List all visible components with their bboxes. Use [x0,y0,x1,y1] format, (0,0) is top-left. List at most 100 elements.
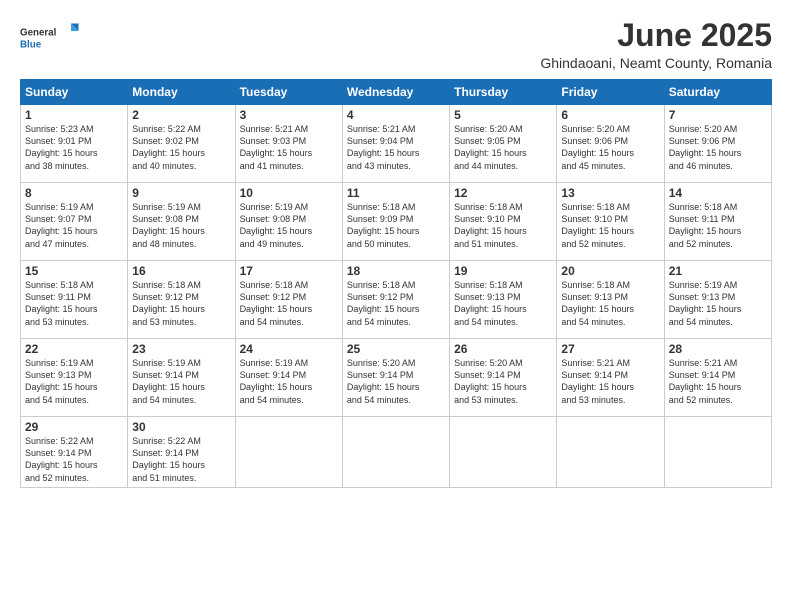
calendar-table: Sunday Monday Tuesday Wednesday Thursday… [20,79,772,488]
day-number: 16 [132,264,230,278]
calendar-cell: 28Sunrise: 5:21 AMSunset: 9:14 PMDayligh… [664,339,771,417]
calendar-cell: 27 Sunrise: 5:21 AMSunset: 9:14 PMDayligh… [557,339,664,417]
calendar-week-row: 29 Sunrise: 5:22 AMSunset: 9:14 PMDayligh… [21,417,772,488]
calendar-cell: 3Sunrise: 5:21 AMSunset: 9:03 PMDaylight… [235,105,342,183]
day-number: 18 [347,264,445,278]
day-number: 29 [25,420,123,434]
calendar-cell: 17 Sunrise: 5:18 AMSunset: 9:12 PMDayligh… [235,261,342,339]
svg-text:Blue: Blue [20,40,42,51]
day-info: Sunrise: 5:18 AMSunset: 9:13 PMDaylight:… [561,280,634,326]
day-number: 15 [25,264,123,278]
day-number: 6 [561,108,659,122]
calendar-cell: 15 Sunrise: 5:18 AMSunset: 9:11 PMDayligh… [21,261,128,339]
logo-icon: General Blue [20,18,80,56]
calendar-cell: 23 Sunrise: 5:19 AMSunset: 9:14 PMDayligh… [128,339,235,417]
col-sunday: Sunday [21,80,128,105]
calendar-cell: 25 Sunrise: 5:20 AMSunset: 9:14 PMDayligh… [342,339,449,417]
day-number: 8 [25,186,123,200]
day-number: 20 [561,264,659,278]
day-info: Sunrise: 5:18 AMSunset: 9:12 PMDaylight:… [240,280,313,326]
calendar-cell: 18 Sunrise: 5:18 AMSunset: 9:12 PMDayligh… [342,261,449,339]
calendar-cell: 26Sunrise: 5:20 AMSunset: 9:14 PMDayligh… [450,339,557,417]
col-tuesday: Tuesday [235,80,342,105]
day-number: 5 [454,108,552,122]
col-monday: Monday [128,80,235,105]
header: General Blue June 2025 Ghindaoani, Neamt… [20,18,772,71]
day-number: 23 [132,342,230,356]
calendar-week-row: 1 Sunrise: 5:23 AMSunset: 9:01 PMDaylight… [21,105,772,183]
calendar-cell: 12 Sunrise: 5:18 AMSunset: 9:10 PMDayligh… [450,183,557,261]
day-info: Sunrise: 5:19 AMSunset: 9:13 PMDaylight:… [25,358,98,404]
day-info: Sunrise: 5:18 AMSunset: 9:10 PMDaylight:… [454,202,527,248]
day-info: Sunrise: 5:19 AMSunset: 9:08 PMDaylight:… [132,202,205,248]
calendar-cell: 21 Sunrise: 5:19 AMSunset: 9:13 PMDayligh… [664,261,771,339]
calendar-week-row: 8 Sunrise: 5:19 AMSunset: 9:07 PMDaylight… [21,183,772,261]
day-number: 12 [454,186,552,200]
day-info: Sunrise: 5:21 AMSunset: 9:14 PMDaylight:… [561,358,634,404]
calendar-cell [450,417,557,488]
day-number: 4 [347,108,445,122]
day-info: Sunrise: 5:18 AMSunset: 9:09 PMDaylight:… [347,202,420,248]
day-number: 19 [454,264,552,278]
day-info: Sunrise: 5:19 AMSunset: 9:13 PMDaylight:… [669,280,742,326]
calendar-week-row: 22Sunrise: 5:19 AMSunset: 9:13 PMDayligh… [21,339,772,417]
day-number: 24 [240,342,338,356]
day-info: Sunrise: 5:18 AMSunset: 9:11 PMDaylight:… [25,280,98,326]
calendar-week-row: 15 Sunrise: 5:18 AMSunset: 9:11 PMDayligh… [21,261,772,339]
calendar-cell: 2 Sunrise: 5:22 AMSunset: 9:02 PMDaylight… [128,105,235,183]
day-info: Sunrise: 5:22 AMSunset: 9:02 PMDaylight:… [132,124,205,170]
day-info: Sunrise: 5:18 AMSunset: 9:10 PMDaylight:… [561,202,634,248]
calendar-cell: 7Sunrise: 5:20 AMSunset: 9:06 PMDaylight… [664,105,771,183]
calendar-cell: 5 Sunrise: 5:20 AMSunset: 9:05 PMDaylight… [450,105,557,183]
col-wednesday: Wednesday [342,80,449,105]
day-number: 11 [347,186,445,200]
day-number: 1 [25,108,123,122]
day-info: Sunrise: 5:21 AMSunset: 9:14 PMDaylight:… [669,358,742,404]
page: General Blue June 2025 Ghindaoani, Neamt… [0,0,792,612]
day-number: 7 [669,108,767,122]
day-info: Sunrise: 5:19 AMSunset: 9:14 PMDaylight:… [240,358,313,404]
day-info: Sunrise: 5:19 AMSunset: 9:07 PMDaylight:… [25,202,98,248]
day-number: 3 [240,108,338,122]
day-number: 2 [132,108,230,122]
calendar-cell: 14 Sunrise: 5:18 AMSunset: 9:11 PMDayligh… [664,183,771,261]
svg-text:General: General [20,28,57,39]
calendar-cell: 13 Sunrise: 5:18 AMSunset: 9:10 PMDayligh… [557,183,664,261]
day-number: 21 [669,264,767,278]
calendar-cell: 4 Sunrise: 5:21 AMSunset: 9:04 PMDaylight… [342,105,449,183]
day-number: 30 [132,420,230,434]
day-number: 13 [561,186,659,200]
day-info: Sunrise: 5:22 AMSunset: 9:14 PMDaylight:… [132,436,205,482]
day-info: Sunrise: 5:22 AMSunset: 9:14 PMDaylight:… [25,436,98,482]
col-friday: Friday [557,80,664,105]
day-info: Sunrise: 5:21 AMSunset: 9:04 PMDaylight:… [347,124,420,170]
day-info: Sunrise: 5:19 AMSunset: 9:08 PMDaylight:… [240,202,313,248]
day-number: 9 [132,186,230,200]
day-info: Sunrise: 5:20 AMSunset: 9:14 PMDaylight:… [454,358,527,404]
calendar-cell: 1 Sunrise: 5:23 AMSunset: 9:01 PMDaylight… [21,105,128,183]
main-title: June 2025 [540,18,772,53]
calendar-cell: 16 Sunrise: 5:18 AMSunset: 9:12 PMDayligh… [128,261,235,339]
calendar-cell: 20 Sunrise: 5:18 AMSunset: 9:13 PMDayligh… [557,261,664,339]
day-info: Sunrise: 5:18 AMSunset: 9:12 PMDaylight:… [132,280,205,326]
day-number: 17 [240,264,338,278]
day-info: Sunrise: 5:18 AMSunset: 9:13 PMDaylight:… [454,280,527,326]
day-number: 25 [347,342,445,356]
calendar-cell: 24 Sunrise: 5:19 AMSunset: 9:14 PMDayligh… [235,339,342,417]
calendar-cell: 8 Sunrise: 5:19 AMSunset: 9:07 PMDaylight… [21,183,128,261]
day-info: Sunrise: 5:20 AMSunset: 9:05 PMDaylight:… [454,124,527,170]
day-info: Sunrise: 5:18 AMSunset: 9:11 PMDaylight:… [669,202,742,248]
col-thursday: Thursday [450,80,557,105]
col-saturday: Saturday [664,80,771,105]
subtitle: Ghindaoani, Neamt County, Romania [540,55,772,71]
day-info: Sunrise: 5:19 AMSunset: 9:14 PMDaylight:… [132,358,205,404]
calendar-cell: 22Sunrise: 5:19 AMSunset: 9:13 PMDayligh… [21,339,128,417]
day-info: Sunrise: 5:20 AMSunset: 9:14 PMDaylight:… [347,358,420,404]
calendar-cell [342,417,449,488]
day-info: Sunrise: 5:20 AMSunset: 9:06 PMDaylight:… [561,124,634,170]
calendar-cell [557,417,664,488]
day-number: 14 [669,186,767,200]
day-info: Sunrise: 5:23 AMSunset: 9:01 PMDaylight:… [25,124,98,170]
day-info: Sunrise: 5:18 AMSunset: 9:12 PMDaylight:… [347,280,420,326]
day-number: 27 [561,342,659,356]
